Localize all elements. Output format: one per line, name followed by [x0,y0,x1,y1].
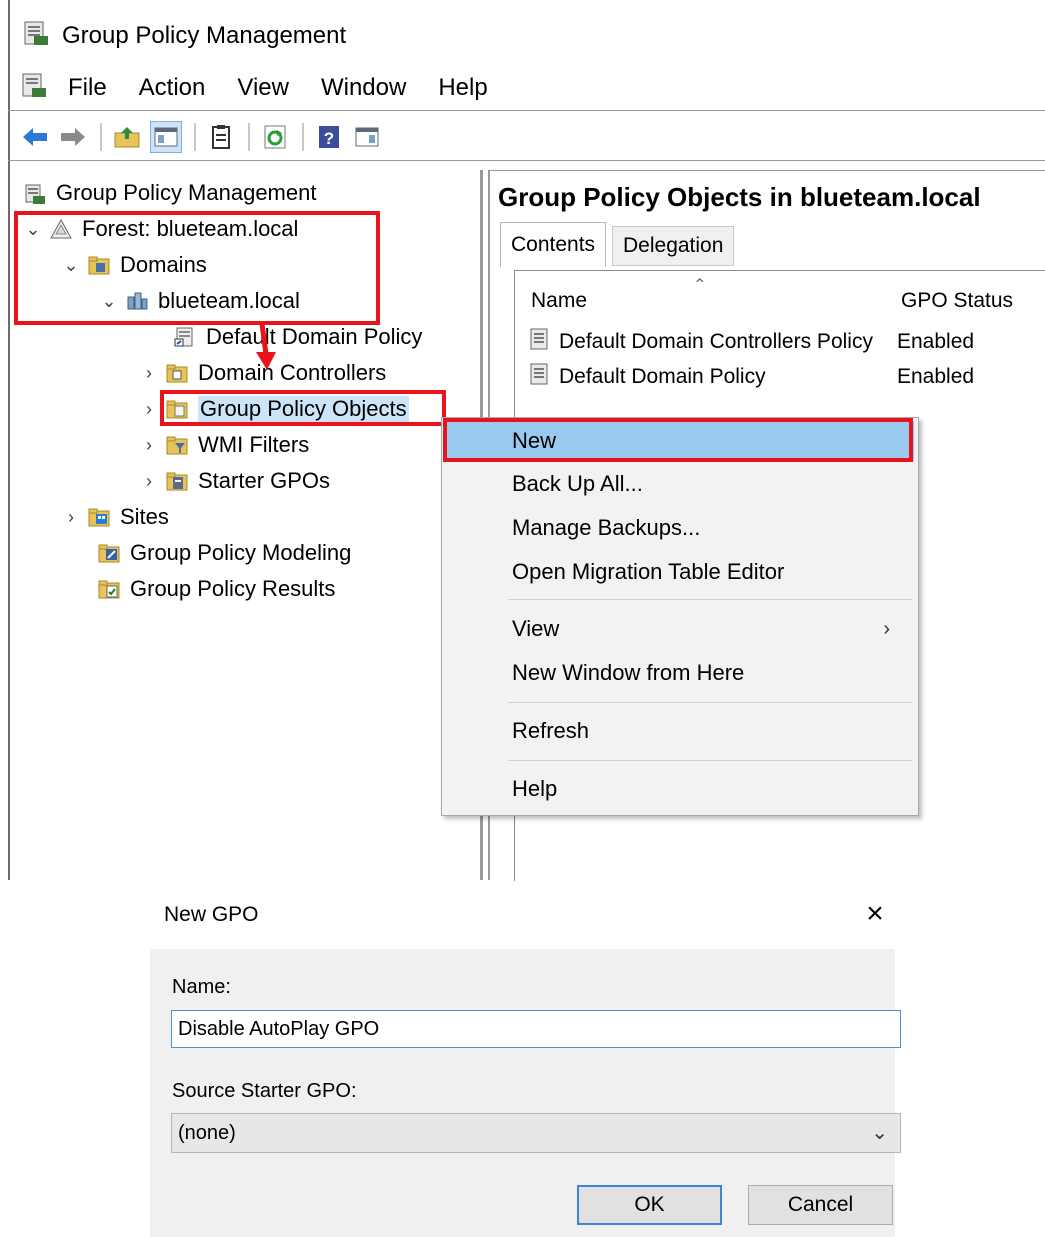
menu-item-manage-backups[interactable]: Manage Backups... [446,508,914,548]
chevron-right-icon[interactable]: › [140,471,158,492]
toolbar-bottom-divider [8,160,1045,161]
starter-gpo-icon [166,471,188,491]
refresh-icon[interactable] [260,122,290,152]
chevron-right-icon[interactable]: › [140,363,158,384]
annotation-arrow-icon [256,323,276,370]
menu-separator [508,760,912,761]
gpo-scroll-icon [527,327,551,357]
toolbar-separator [194,123,196,151]
ou-folder-icon [166,363,188,383]
tree-sites[interactable]: › Sites [62,500,169,534]
toolbar: ? [20,118,390,156]
tree-gp-results[interactable]: Group Policy Results [98,572,335,606]
toolbar-separator [302,123,304,151]
gpo-name-input[interactable]: Disable AutoPlay GPO [171,1010,901,1048]
toolbar-separator [248,123,250,151]
menu-item-migration-table-editor[interactable]: Open Migration Table Editor [446,552,914,592]
gpo-name: Default Domain Controllers Policy [559,330,873,353]
up-folder-icon[interactable] [112,122,142,152]
dialog-titlebar: New GPO × [150,883,895,949]
menu-file[interactable]: File [68,74,107,102]
properties-icon[interactable] [206,122,236,152]
tree-root[interactable]: Group Policy Management [24,176,316,210]
wmi-filter-icon [166,435,188,455]
tree-item-label: Starter GPOs [198,468,331,493]
tree-item-label: WMI Filters [198,432,310,457]
menu-bar: File Action View Window Help [20,70,520,106]
menu-window[interactable]: Window [321,74,406,102]
gpo-status: Enabled [897,365,975,388]
tree-gp-modeling[interactable]: Group Policy Modeling [98,536,351,570]
close-icon[interactable]: × [855,897,895,931]
table-row[interactable]: Default Domain Controllers Policy Enable… [527,326,974,358]
tree-root-label: Group Policy Management [56,180,317,205]
tab-contents[interactable]: Contents [500,222,607,267]
menu-action[interactable]: Action [139,74,206,102]
chevron-right-icon[interactable]: › [140,399,158,420]
chevron-down-icon: ⌄ [871,1122,888,1144]
tree-item-label: Domain Controllers [198,360,387,385]
menu-app-icon[interactable] [20,71,48,106]
menu-item-back-up-all[interactable]: Back Up All... [446,464,914,504]
menu-view[interactable]: View [237,74,289,102]
window-left-border [8,0,10,880]
right-pane-top [490,170,1045,171]
svg-text:?: ? [324,129,334,148]
back-arrow-icon[interactable] [20,122,50,152]
right-pane-title: Group Policy Objects in blueteam.local [498,182,981,212]
tab-delegation[interactable]: Delegation [612,226,735,266]
forward-arrow-icon[interactable] [58,122,88,152]
annotation-box-forest [14,211,380,325]
modeling-icon [98,543,120,563]
help-icon[interactable]: ? [314,122,344,152]
table-row[interactable]: Default Domain Policy Enabled [527,361,974,393]
tree-wmi-filters[interactable]: › WMI Filters [140,428,309,462]
source-starter-gpo-select[interactable]: (none) ⌄ [171,1113,901,1153]
sites-icon [88,507,110,527]
menu-item-new-window[interactable]: New Window from Here [446,653,914,693]
sort-up-icon: ⌃ [693,277,707,294]
action-pane-icon[interactable] [352,122,382,152]
menu-separator [508,702,912,703]
window-titlebar: Group Policy Management [22,18,346,54]
menu-separator [508,599,912,600]
gpo-link-icon [174,327,196,347]
tree-results-label: Group Policy Results [130,576,336,601]
column-header-gpo-status[interactable]: GPO Status [901,289,1013,313]
ok-button[interactable]: OK [577,1185,722,1225]
tree-default-domain-policy[interactable]: Default Domain Policy [174,320,422,354]
context-menu: New Back Up All... Manage Backups... Ope… [441,417,919,816]
menu-help[interactable]: Help [438,74,487,102]
gpo-scroll-icon [527,362,551,392]
chevron-right-icon[interactable]: › [62,507,80,528]
toolbar-separator [100,123,102,151]
gpo-status: Enabled [897,330,975,353]
annotation-box-gpo [160,390,446,426]
menu-item-view[interactable]: View › [446,609,914,649]
tree-modeling-label: Group Policy Modeling [130,540,352,565]
tree-item-label: Default Domain Policy [206,324,423,349]
column-header-name[interactable]: Name [531,289,587,313]
submenu-arrow-icon: › [883,617,890,640]
cancel-button[interactable]: Cancel [748,1185,893,1225]
dialog-title: New GPO [164,903,259,926]
chevron-right-icon[interactable]: › [140,435,158,456]
window-title: Group Policy Management [62,22,347,49]
show-hide-tree-icon[interactable] [150,121,182,153]
source-starter-gpo-label: Source Starter GPO: [172,1080,357,1102]
results-icon [98,579,120,599]
menu-item-refresh[interactable]: Refresh [446,711,914,751]
name-label: Name: [172,976,231,998]
gpo-name: Default Domain Policy [559,365,766,388]
gpm-app-icon [22,19,50,54]
gpm-icon [24,183,46,204]
annotation-box-new [443,418,913,462]
menu-item-help[interactable]: Help [446,769,914,809]
tree-sites-label: Sites [120,504,169,529]
toolbar-top-divider [8,110,1045,111]
tree-starter-gpos[interactable]: › Starter GPOs [140,464,330,498]
